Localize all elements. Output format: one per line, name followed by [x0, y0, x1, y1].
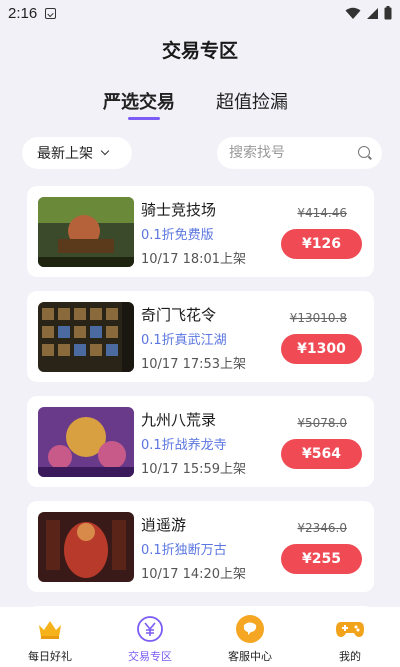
game-thumbnail	[38, 302, 134, 372]
game-name: 骑士竞技场	[141, 201, 217, 219]
tab-active-indicator	[128, 117, 160, 120]
game-tag: 0.1折真武江湖	[141, 333, 227, 348]
price-button[interactable]: ¥255	[281, 544, 362, 574]
gamepad-icon	[335, 615, 365, 643]
status-time: 2:16	[8, 4, 38, 22]
nav-daily-gifts[interactable]: 每日好礼	[0, 607, 100, 667]
listing-card[interactable]: 奇门飞花令 0.1折真武江湖 10/17 17:53上架 ¥13010.8 ¥1…	[27, 291, 374, 382]
nav-trading-zone[interactable]: 交易专区	[100, 607, 200, 667]
listing-card[interactable]: 骑士竞技场 0.1折免费版 10/17 18:01上架 ¥414.46 ¥126	[27, 186, 374, 277]
game-name: 逍遥游	[141, 516, 187, 534]
original-price: ¥414.46	[297, 206, 347, 220]
tab-bar: 严选交易 超值捡漏	[0, 88, 400, 124]
nav-label: 交易专区	[128, 650, 172, 663]
game-thumbnail	[38, 512, 134, 582]
listing-time: 10/17 18:01上架	[141, 252, 247, 267]
nav-customer-service[interactable]: 客服中心	[200, 607, 300, 667]
game-name: 九州八荒录	[141, 411, 217, 429]
sort-dropdown-label: 最新上架	[37, 146, 93, 162]
bottom-nav: 每日好礼 交易专区 客服中心 我的	[0, 607, 400, 667]
chat-bubble-icon	[235, 615, 265, 643]
status-indicators	[345, 6, 392, 20]
price-button[interactable]: ¥1300	[281, 334, 362, 364]
game-tag: 0.1折免费版	[141, 228, 214, 243]
game-name: 奇门飞花令	[141, 306, 217, 324]
crown-icon	[37, 615, 63, 643]
listing-card[interactable]: 九州八荒录 0.1折战养龙寺 10/17 15:59上架 ¥5078.0 ¥56…	[27, 396, 374, 487]
nav-label: 每日好礼	[28, 650, 72, 663]
original-price: ¥5078.0	[297, 416, 347, 430]
nav-my-profile[interactable]: 我的	[300, 607, 400, 667]
tab-curated-trading[interactable]: 严选交易	[103, 88, 175, 114]
game-tag: 0.1折战养龙寺	[141, 438, 227, 453]
listing-card[interactable]: 逍遥游 0.1折独断万古 10/17 14:20上架 ¥2346.0 ¥255	[27, 501, 374, 592]
yen-icon	[136, 615, 164, 643]
listing-time: 10/17 15:59上架	[141, 462, 247, 477]
chevron-down-icon	[100, 146, 110, 156]
price-button[interactable]: ¥126	[281, 229, 362, 259]
original-price: ¥2346.0	[297, 521, 347, 535]
nav-label: 我的	[339, 650, 361, 663]
filter-row: 最新上架	[0, 137, 400, 169]
game-thumbnail	[38, 197, 134, 267]
game-thumbnail	[38, 407, 134, 477]
listing-list: 骑士竞技场 0.1折免费版 10/17 18:01上架 ¥414.46 ¥126…	[27, 186, 374, 660]
page-title: 交易专区	[161, 40, 238, 62]
search-icon[interactable]	[358, 146, 370, 158]
nav-label: 客服中心	[228, 650, 272, 663]
cellular-signal-icon	[367, 7, 378, 19]
wifi-icon	[345, 7, 361, 19]
original-price: ¥13010.8	[289, 311, 347, 325]
game-tag: 0.1折独断万古	[141, 543, 227, 558]
battery-icon	[384, 6, 392, 20]
notification-icon	[45, 7, 57, 19]
listing-time: 10/17 14:20上架	[141, 567, 247, 582]
price-button[interactable]: ¥564	[281, 439, 362, 469]
tab-bargain-deals[interactable]: 超值捡漏	[216, 88, 288, 114]
status-bar: 2:16	[0, 0, 400, 26]
listing-time: 10/17 17:53上架	[141, 357, 247, 372]
sort-dropdown[interactable]: 最新上架	[22, 137, 132, 169]
